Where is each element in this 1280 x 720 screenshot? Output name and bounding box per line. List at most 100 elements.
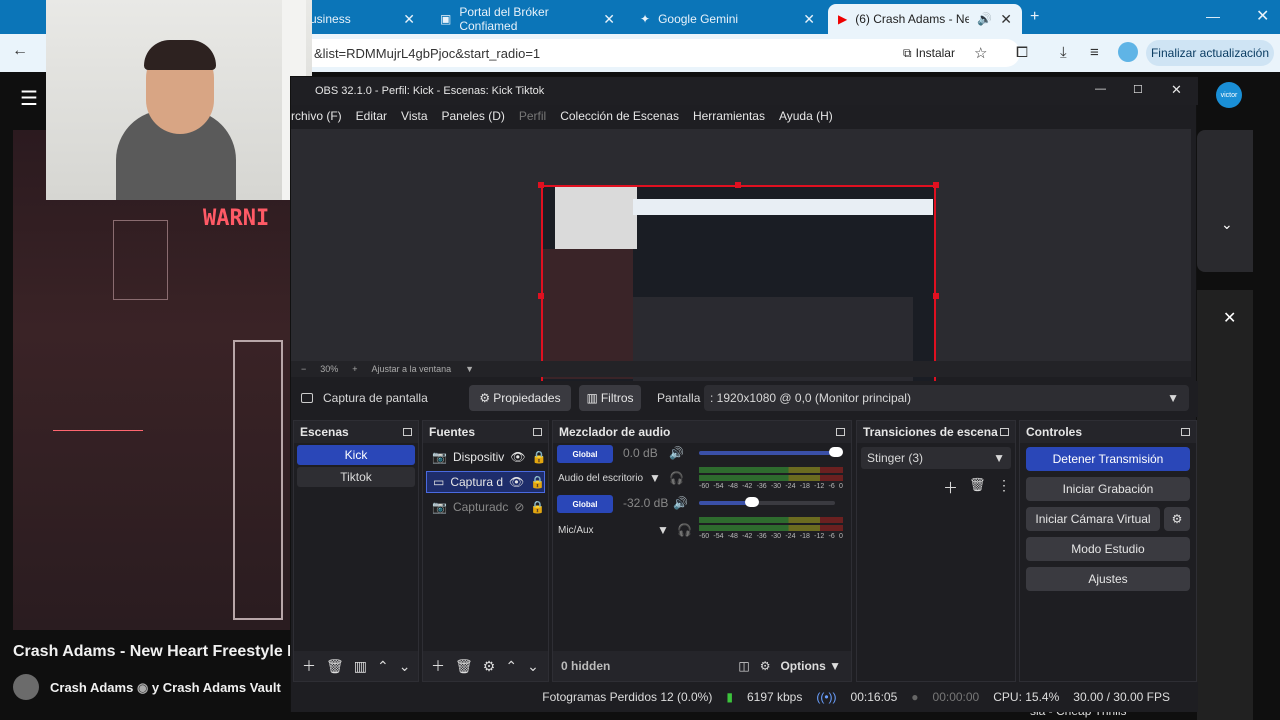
chevron-down-icon[interactable]: ⌄ <box>527 658 539 675</box>
tab-broker-portal[interactable]: ▣ Portal del Bróker Confiamed ✕ <box>430 4 625 34</box>
menu-tools[interactable]: Herramientas <box>693 109 765 123</box>
trash-icon[interactable]: 🗑 <box>455 658 473 675</box>
trash-icon[interactable]: 🗑 <box>969 477 986 493</box>
gear-icon[interactable]: ⚙ <box>483 658 496 675</box>
layout-icon[interactable]: ◫ <box>738 659 749 673</box>
source-item-selected[interactable]: ▭ Captura d 👁 🔒 <box>426 471 545 493</box>
advanced-audio-icon[interactable]: ⚙ <box>760 659 771 673</box>
menu-scene-collection[interactable]: Colección de Escenas <box>560 109 679 123</box>
obs-preview[interactable] <box>291 129 1191 410</box>
transition-select[interactable]: Stinger (3) ▼ <box>861 447 1011 469</box>
lock-icon[interactable]: 🔒 <box>532 450 545 464</box>
eye-hidden-icon[interactable]: ⊘ <box>514 500 524 514</box>
minimize-icon[interactable]: — <box>1095 83 1106 95</box>
new-tab-button[interactable]: + <box>1030 8 1039 26</box>
float-icon[interactable] <box>836 428 845 436</box>
close-icon[interactable]: ✕ <box>403 11 415 28</box>
fit-window-button[interactable]: Ajustar a la ventana <box>372 364 452 374</box>
tab-gemini[interactable]: ✦ Google Gemini ✕ <box>630 4 825 34</box>
chevron-down-icon[interactable]: ⌄ <box>399 658 411 675</box>
back-arrow-icon[interactable]: ← <box>12 42 28 60</box>
menu-file[interactable]: rchivo (F) <box>291 109 342 123</box>
volume-icon[interactable]: 🔊 <box>673 496 688 510</box>
eye-icon[interactable]: 👁 <box>510 450 525 464</box>
virtual-camera-button[interactable]: Iniciar Cámara Virtual <box>1026 507 1160 531</box>
resize-handle[interactable] <box>538 293 544 299</box>
zoom-in-button[interactable]: + <box>352 364 357 374</box>
close-icon[interactable]: ✕ <box>603 11 615 28</box>
zoom-dropdown-icon[interactable]: ▼ <box>465 364 474 374</box>
star-icon[interactable]: ☆ <box>974 44 987 62</box>
settings-button[interactable]: Ajustes <box>1026 567 1190 591</box>
resize-handle[interactable] <box>933 182 939 188</box>
chevron-down-icon[interactable]: ▼ <box>649 471 661 485</box>
trash-icon[interactable]: 🗑 <box>326 658 344 675</box>
extensions-icon[interactable]: ⧠ <box>1016 44 1028 61</box>
resize-handle[interactable] <box>735 182 741 188</box>
menu-docks[interactable]: Paneles (D) <box>442 109 505 123</box>
chevron-up-icon[interactable]: ⌃ <box>505 658 517 675</box>
scene-item-tiktok[interactable]: Tiktok <box>297 467 415 487</box>
chevron-up-icon[interactable]: ⌃ <box>377 658 389 675</box>
float-icon[interactable] <box>403 428 412 436</box>
stop-streaming-button[interactable]: Detener Transmisión <box>1026 447 1190 471</box>
studio-mode-button[interactable]: Modo Estudio <box>1026 537 1190 561</box>
add-icon[interactable]: ＋ <box>943 477 958 498</box>
add-icon[interactable]: ＋ <box>431 656 445 676</box>
lock-icon[interactable]: 🔒 <box>530 500 545 514</box>
filter-icon[interactable]: ▥ <box>354 658 367 675</box>
window-close-icon[interactable]: ✕ <box>1256 6 1269 26</box>
speaker-icon[interactable]: 🔊 <box>977 12 992 26</box>
maximize-icon[interactable]: ☐ <box>1133 83 1143 96</box>
float-icon[interactable] <box>1000 428 1009 436</box>
profile-avatar[interactable] <box>1118 42 1138 62</box>
headphones-icon[interactable]: 🎧 <box>669 471 684 485</box>
eye-icon[interactable]: 👁 <box>509 475 524 489</box>
close-icon[interactable]: ✕ <box>1000 11 1012 28</box>
close-icon[interactable]: ✕ <box>1171 82 1182 98</box>
source-item[interactable]: 📷 Dispositiv 👁 🔒 <box>426 446 545 468</box>
properties-button[interactable]: ⚙ Propiedades <box>469 385 571 411</box>
headphones-icon[interactable]: 🎧 <box>677 523 692 537</box>
menu-icon[interactable]: ☰ <box>20 86 38 111</box>
screen-select[interactable]: : 1920x1080 @ 0,0 (Monitor principal) ▼ <box>704 385 1189 411</box>
close-icon[interactable]: ✕ <box>1223 308 1236 328</box>
media-icon[interactable]: ≡ <box>1090 44 1099 61</box>
scene-item-kick[interactable]: Kick <box>297 445 415 465</box>
float-icon[interactable] <box>533 428 542 436</box>
volume-icon[interactable]: 🔊 <box>669 446 684 460</box>
resize-handle[interactable] <box>538 182 544 188</box>
float-icon[interactable] <box>1181 428 1190 436</box>
download-icon[interactable]: ⤓ <box>1060 44 1067 61</box>
update-button[interactable]: Finalizar actualización <box>1146 40 1274 66</box>
menu-edit[interactable]: Editar <box>356 109 387 123</box>
tab-business[interactable]: usiness ✕ <box>300 4 425 34</box>
chevron-down-icon[interactable]: ▼ <box>657 523 669 537</box>
volume-slider-handle[interactable] <box>829 447 843 457</box>
resize-handle[interactable] <box>933 293 939 299</box>
source-item[interactable]: 📷 Capturadc ⊘ 🔒 <box>426 496 545 518</box>
channel-name[interactable]: Crash Adams ◉ y Crash Adams Vault <box>50 680 281 696</box>
more-icon[interactable]: ⋮ <box>997 477 1011 494</box>
gear-icon[interactable]: ⚙ <box>1164 507 1190 531</box>
video-title[interactable]: Crash Adams - New Heart Freestyle F <box>13 643 293 661</box>
menu-view[interactable]: Vista <box>401 109 427 123</box>
volume-slider-handle[interactable] <box>745 497 759 507</box>
add-icon[interactable]: ＋ <box>302 656 316 676</box>
close-icon[interactable]: ✕ <box>803 11 815 28</box>
minimize-icon[interactable]: — <box>1206 8 1220 24</box>
video-player[interactable]: WARNI <box>13 130 290 630</box>
user-avatar[interactable]: victor <box>1216 82 1242 108</box>
install-button[interactable]: ⧉ Instalar <box>894 42 964 64</box>
start-recording-button[interactable]: Iniciar Grabación <box>1026 477 1190 501</box>
chevron-down-icon[interactable]: ⌄ <box>1221 216 1233 233</box>
channel-avatar[interactable] <box>13 674 39 700</box>
tab-youtube[interactable]: ▶ (6) Crash Adams - New Hea 🔊 ✕ <box>828 4 1022 34</box>
zoom-out-button[interactable]: − <box>301 364 306 374</box>
options-button[interactable]: Options ▼ <box>780 659 841 673</box>
volume-slider[interactable] <box>699 451 835 455</box>
filters-button[interactable]: ▥ Filtros <box>579 385 641 411</box>
lock-icon[interactable]: 🔒 <box>530 475 544 489</box>
menu-profile[interactable]: Perfil <box>519 109 546 123</box>
menu-help[interactable]: Ayuda (H) <box>779 109 833 123</box>
